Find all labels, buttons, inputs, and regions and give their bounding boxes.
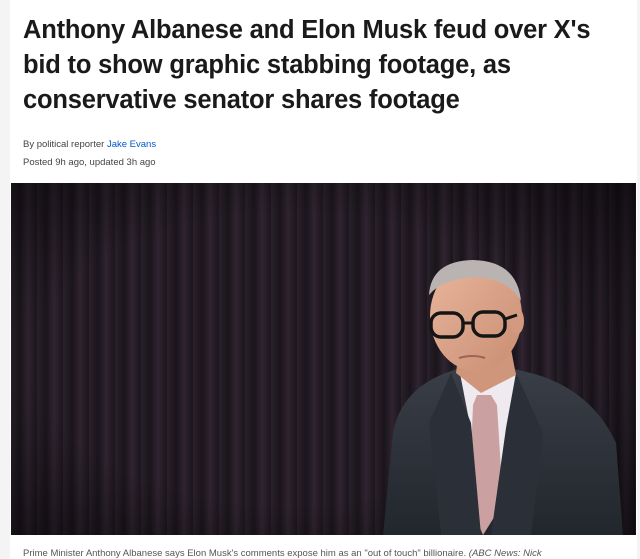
hero-photo — [11, 183, 636, 535]
hero-image — [11, 183, 636, 535]
byline: By political reporter Jake Evans — [23, 138, 156, 151]
image-caption: Prime Minister Anthony Albanese says Elo… — [23, 547, 623, 559]
author-link[interactable]: Jake Evans — [107, 139, 156, 150]
posted-timestamp: Posted 9h ago, updated 3h ago — [23, 157, 156, 168]
caption-credit: (ABC News: Nick — [468, 548, 542, 559]
byline-prefix: By political reporter — [23, 139, 105, 150]
caption-text: Prime Minister Anthony Albanese says Elo… — [23, 548, 467, 559]
article-headline: Anthony Albanese and Elon Musk feud over… — [23, 16, 591, 114]
article-page: Anthony Albanese and Elon Musk feud over… — [10, 0, 637, 559]
